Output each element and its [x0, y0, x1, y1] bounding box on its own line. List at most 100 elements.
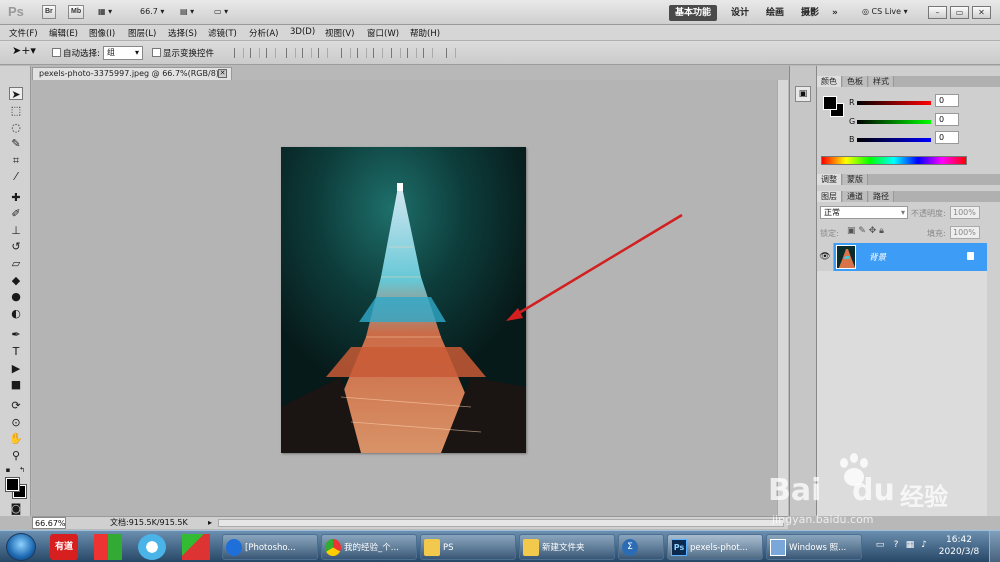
fill-field[interactable]: 100%: [950, 226, 980, 239]
zoom-tool-icon[interactable]: ⚲: [9, 449, 23, 462]
type-tool-icon[interactable]: T: [9, 345, 23, 358]
tab-styles[interactable]: 样式: [869, 76, 894, 87]
close-button[interactable]: ✕: [972, 6, 991, 19]
menu-layer[interactable]: 图层(L): [128, 27, 156, 39]
history-panel-icon[interactable]: ▣: [795, 86, 811, 102]
media-app-icon[interactable]: [182, 534, 210, 560]
show-transform-checkbox[interactable]: [152, 48, 161, 57]
task-sogou-photoshop[interactable]: [Photosho...: [222, 534, 318, 560]
task-photoshop-document[interactable]: Ps pexels-phot...: [667, 534, 763, 560]
marquee-tool-icon[interactable]: ⬚: [9, 104, 23, 117]
color-fg-swatch[interactable]: [823, 96, 837, 110]
bridge-button[interactable]: Br: [42, 5, 56, 19]
system-clock[interactable]: 16:42 2020/3/8: [932, 534, 986, 558]
zoom-field[interactable]: 66.67%: [32, 517, 66, 529]
menu-view[interactable]: 视图(V): [325, 27, 354, 39]
red-slider[interactable]: [857, 101, 931, 105]
dodge-tool-icon[interactable]: ◐: [9, 307, 23, 320]
task-sigma-app[interactable]: Σ: [618, 534, 664, 560]
distribute-left-icon[interactable]: [391, 48, 401, 58]
paint-bucket-tool-icon[interactable]: ◆: [9, 274, 23, 287]
horizontal-scrollbar[interactable]: [218, 519, 784, 527]
tab-paths[interactable]: 路径: [869, 191, 894, 202]
lock-icons[interactable]: ▣ ✎ ✥ 🔒︎: [847, 226, 884, 236]
view-extras-dropdown[interactable]: ▦ ▾: [98, 7, 112, 16]
workspace-photography[interactable]: 摄影: [795, 5, 825, 21]
crop-tool-icon[interactable]: ⌗: [9, 154, 23, 167]
flower-app-icon[interactable]: [138, 534, 166, 560]
distribute-vcenter-icon[interactable]: [357, 48, 367, 58]
restore-button[interactable]: ▭: [950, 6, 969, 19]
show-desktop-button[interactable]: [989, 531, 1000, 562]
close-icon[interactable]: ✕: [218, 69, 227, 78]
layer-row-background[interactable]: 👁︎ 背景: [817, 243, 987, 271]
task-chrome-jingyan[interactable]: 我的经验_个...: [321, 534, 417, 560]
screen-mode-dropdown[interactable]: ▭ ▾: [214, 7, 228, 16]
3d-rotate-tool-icon[interactable]: ⟳: [9, 399, 23, 412]
task-windows-photo[interactable]: Windows 照...: [766, 534, 862, 560]
menu-file[interactable]: 文件(F): [9, 27, 38, 39]
start-button[interactable]: [6, 533, 36, 561]
menu-filter[interactable]: 滤镜(T): [208, 27, 237, 39]
network-icon[interactable]: ▦: [904, 540, 916, 552]
align-hcenter-icon[interactable]: [302, 48, 312, 58]
blue-slider[interactable]: [857, 138, 931, 142]
blend-mode-dropdown[interactable]: 正常 ▾: [820, 206, 908, 219]
youdao-app-icon[interactable]: 有道: [50, 534, 78, 560]
opacity-field[interactable]: 100%: [950, 206, 980, 219]
menu-window[interactable]: 窗口(W): [367, 27, 399, 39]
task-folder-ps[interactable]: PS: [420, 534, 516, 560]
zoom-level-dropdown[interactable]: 66.7 ▾: [140, 7, 164, 16]
canvas-area[interactable]: [32, 80, 777, 516]
auto-select-dropdown[interactable]: 组 ▾: [103, 46, 143, 60]
document-tab[interactable]: pexels-photo-3375997.jpeg @ 66.7%(RGB/8)…: [32, 67, 232, 80]
swap-colors-icon[interactable]: ↰: [18, 464, 26, 477]
workspace-painting[interactable]: 绘画: [760, 5, 790, 21]
3d-orbit-tool-icon[interactable]: ⊙: [9, 416, 23, 429]
path-select-tool-icon[interactable]: ▶: [9, 362, 23, 375]
distribute-top-icon[interactable]: [341, 48, 351, 58]
menu-analysis[interactable]: 分析(A): [249, 27, 278, 39]
distribute-right-icon[interactable]: [423, 48, 433, 58]
tab-adjustments[interactable]: 调整: [817, 174, 842, 185]
distribute-bottom-icon[interactable]: [373, 48, 383, 58]
eyedropper-tool-icon[interactable]: ⁄: [9, 170, 23, 183]
shape-tool-icon[interactable]: ■: [9, 378, 23, 391]
tab-color[interactable]: 颜色: [817, 76, 842, 87]
align-right-icon[interactable]: [318, 48, 328, 58]
color-spectrum-bar[interactable]: [821, 156, 967, 165]
menu-image[interactable]: 图像(I): [89, 27, 115, 39]
quick-mask-icon[interactable]: ◙: [9, 502, 23, 515]
menu-3d[interactable]: 3D(D): [290, 27, 315, 37]
menu-select[interactable]: 选择(S): [168, 27, 197, 39]
quick-select-tool-icon[interactable]: ✎: [9, 137, 23, 150]
auto-select-checkbox[interactable]: [52, 48, 61, 57]
cs-live-button[interactable]: ◎ CS Live ▾: [862, 7, 908, 16]
blur-tool-icon[interactable]: ●: [9, 290, 23, 303]
healing-brush-tool-icon[interactable]: ✚: [9, 191, 23, 204]
auto-align-icon[interactable]: [446, 48, 456, 58]
move-tool-icon[interactable]: ➤: [9, 87, 23, 101]
tab-masks[interactable]: 蒙版: [843, 174, 868, 185]
more-workspaces-button[interactable]: »: [826, 5, 844, 21]
status-menu-arrow-icon[interactable]: ▸: [208, 517, 212, 529]
document-size[interactable]: 文档:915.5K/915.5K: [110, 517, 188, 529]
menu-help[interactable]: 帮助(H): [410, 27, 440, 39]
help-icon[interactable]: ?: [890, 540, 902, 552]
align-left-icon[interactable]: [286, 48, 296, 58]
align-bottom-icon[interactable]: [266, 48, 276, 58]
green-slider[interactable]: [857, 120, 931, 124]
menu-edit[interactable]: 编辑(E): [49, 27, 78, 39]
eraser-tool-icon[interactable]: ▱: [9, 257, 23, 270]
workspace-essentials[interactable]: 基本功能: [669, 5, 718, 21]
office-app-icon[interactable]: [94, 534, 122, 560]
distribute-hcenter-icon[interactable]: [407, 48, 417, 58]
minibridge-button[interactable]: Mb: [68, 5, 85, 19]
brush-tool-icon[interactable]: ✐: [9, 207, 23, 220]
tab-layers[interactable]: 图层: [817, 191, 842, 202]
align-vcenter-icon[interactable]: [250, 48, 260, 58]
tab-channels[interactable]: 通道: [843, 191, 868, 202]
move-tool-preset-icon[interactable]: ➤+▾: [12, 44, 36, 57]
green-value[interactable]: 0: [935, 113, 959, 126]
keyboard-icon[interactable]: ▭: [874, 540, 886, 552]
